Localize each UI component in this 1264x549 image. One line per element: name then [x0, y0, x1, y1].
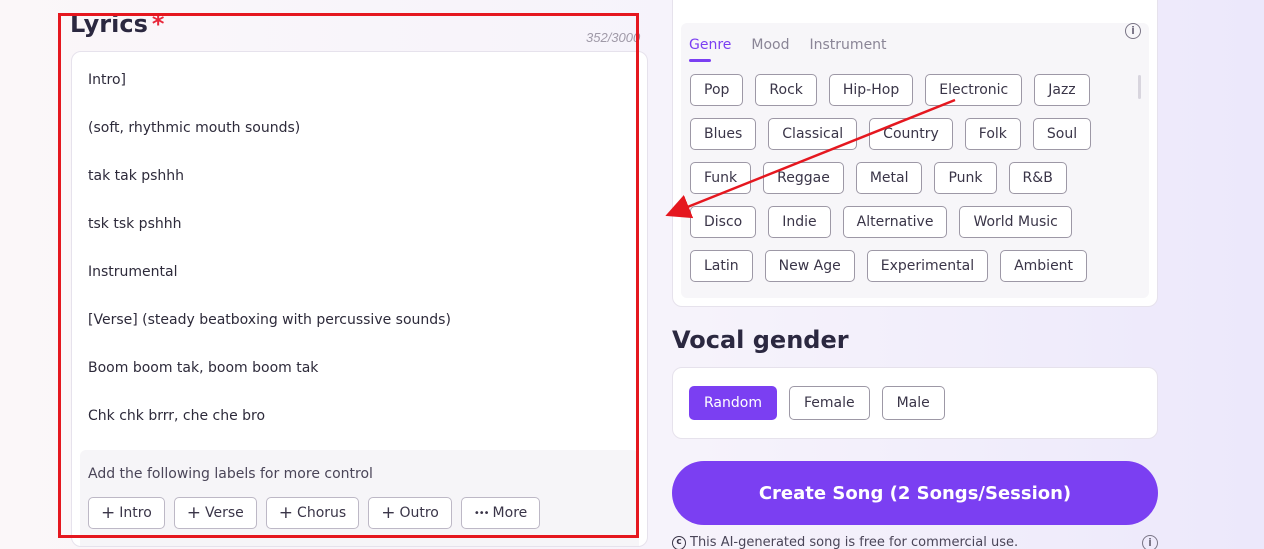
plus-icon: +	[186, 502, 202, 523]
more-dots-icon: •••	[473, 507, 490, 519]
vocal-gender-options: Random Female Male	[689, 386, 945, 420]
genre-row: Latin New Age Experimental Ambient	[690, 250, 1130, 282]
genre-chip[interactable]: Blues	[690, 118, 757, 150]
genre-row: Blues Classical Country Folk Soul	[690, 118, 1130, 150]
label-button-more[interactable]: ••• More	[460, 497, 541, 529]
info-icon-footer[interactable]: i	[1142, 535, 1158, 549]
genre-chip[interactable]: Disco	[690, 206, 757, 238]
labels-hint: Add the following labels for more contro…	[88, 466, 373, 482]
genre-chip[interactable]: Country	[869, 118, 953, 150]
vocal-option-male[interactable]: Male	[881, 386, 945, 420]
label-buttons: + Intro + Verse + Chorus + Outro ••• More	[88, 497, 541, 529]
labels-panel: Add the following labels for more contro…	[80, 450, 639, 546]
lyrics-title: Lyrics	[70, 10, 148, 38]
genre-chip[interactable]: Indie	[768, 206, 831, 238]
label-button-text: Chorus	[297, 505, 347, 521]
genre-grid: Pop Rock Hip-Hop Electronic Jazz Blues Classic…	[690, 74, 1130, 294]
plus-icon: +	[101, 502, 116, 523]
tab-genre[interactable]: Genre	[689, 37, 731, 62]
lyrics-content[interactable]: Intro] (soft, rhythmic mouth sounds) tak t…	[88, 70, 631, 454]
lyric-line: Chk chk brrr, che che bro	[88, 408, 266, 424]
genre-row: Pop Rock Hip-Hop Electronic Jazz	[690, 74, 1130, 106]
lyric-line: tsk tsk pshhh	[88, 216, 182, 232]
genre-chip[interactable]: Jazz	[1034, 74, 1090, 106]
lyric-line: (soft, rhythmic mouth sounds)	[88, 120, 301, 136]
lyric-line: tak tak pshhh	[88, 168, 185, 184]
vocal-option-female[interactable]: Female	[788, 386, 870, 420]
genre-chip[interactable]: World Music	[959, 206, 1072, 238]
tab-mood[interactable]: Mood	[751, 37, 789, 53]
required-mark: *	[151, 10, 165, 38]
vocal-gender-title: Vocal gender	[672, 326, 849, 354]
genre-chip[interactable]: Experimental	[866, 250, 989, 282]
lyric-line: Boom boom tak, boom boom tak	[88, 360, 319, 376]
genre-chip[interactable]: Soul	[1032, 118, 1092, 150]
vocal-option-random[interactable]: Random	[689, 386, 777, 420]
character-counter: 352/3000	[586, 30, 641, 45]
label-button-verse[interactable]: + Verse	[173, 497, 257, 529]
label-button-outro[interactable]: + Outro	[368, 497, 452, 529]
commercial-use-note: c This AI-generated song is free for com…	[672, 535, 1018, 549]
genre-row: Disco Indie Alternative World Music	[690, 206, 1130, 238]
plus-icon: +	[381, 502, 396, 523]
genre-chip[interactable]: R&B	[1008, 162, 1067, 194]
copyright-icon: c	[672, 535, 686, 549]
label-button-chorus[interactable]: + Chorus	[265, 497, 360, 529]
genre-chip[interactable]: Latin	[690, 250, 753, 282]
lyric-line: [Verse] (steady beatboxing with percussi…	[88, 312, 451, 328]
label-button-text: Outro	[399, 505, 439, 521]
genre-chip[interactable]: Pop	[690, 74, 744, 106]
genre-chip[interactable]: Hip-Hop	[828, 74, 914, 106]
genre-chip[interactable]: Classical	[768, 118, 858, 150]
genre-chip[interactable]: Reggae	[763, 162, 844, 194]
style-card: Genre Mood Instrument i Pop Rock Hip-Hop Elec…	[672, 0, 1158, 307]
label-button-text: Verse	[205, 505, 244, 521]
style-panel: Genre Mood Instrument i Pop Rock Hip-Hop Elec…	[681, 23, 1149, 298]
create-song-button[interactable]: Create Song (2 Songs/Session)	[672, 461, 1158, 525]
label-button-text: Intro	[119, 505, 152, 521]
label-button-text: More	[492, 505, 528, 521]
lyric-line: Intro]	[88, 72, 126, 88]
genre-chip[interactable]: Punk	[934, 162, 997, 194]
style-tabs: Genre Mood Instrument	[689, 37, 887, 62]
genre-chip[interactable]: Ambient	[1000, 250, 1088, 282]
genre-chip[interactable]: Electronic	[925, 74, 1023, 106]
plus-icon: +	[278, 502, 294, 523]
label-button-intro[interactable]: + Intro	[88, 497, 165, 529]
genre-chip[interactable]: Rock	[755, 74, 817, 106]
genre-chip[interactable]: Alternative	[842, 206, 948, 238]
genre-scrollbar[interactable]	[1138, 75, 1141, 99]
genre-chip[interactable]: New Age	[764, 250, 855, 282]
genre-chip[interactable]: Folk	[964, 118, 1021, 150]
genre-chip[interactable]: Funk	[690, 162, 752, 194]
genre-chip[interactable]: Metal	[855, 162, 923, 194]
lyrics-heading: Lyrics *	[70, 10, 164, 38]
genre-row: Funk Reggae Metal Punk R&B	[690, 162, 1130, 194]
tab-instrument[interactable]: Instrument	[810, 37, 887, 53]
vocal-gender-card: Random Female Male	[672, 367, 1158, 439]
lyric-line: Instrumental	[88, 264, 178, 280]
info-icon[interactable]: i	[1125, 23, 1141, 39]
commercial-use-text: This AI-generated song is free for comme…	[690, 535, 1019, 549]
lyrics-textarea[interactable]: Intro] (soft, rhythmic mouth sounds) tak t…	[71, 51, 648, 547]
